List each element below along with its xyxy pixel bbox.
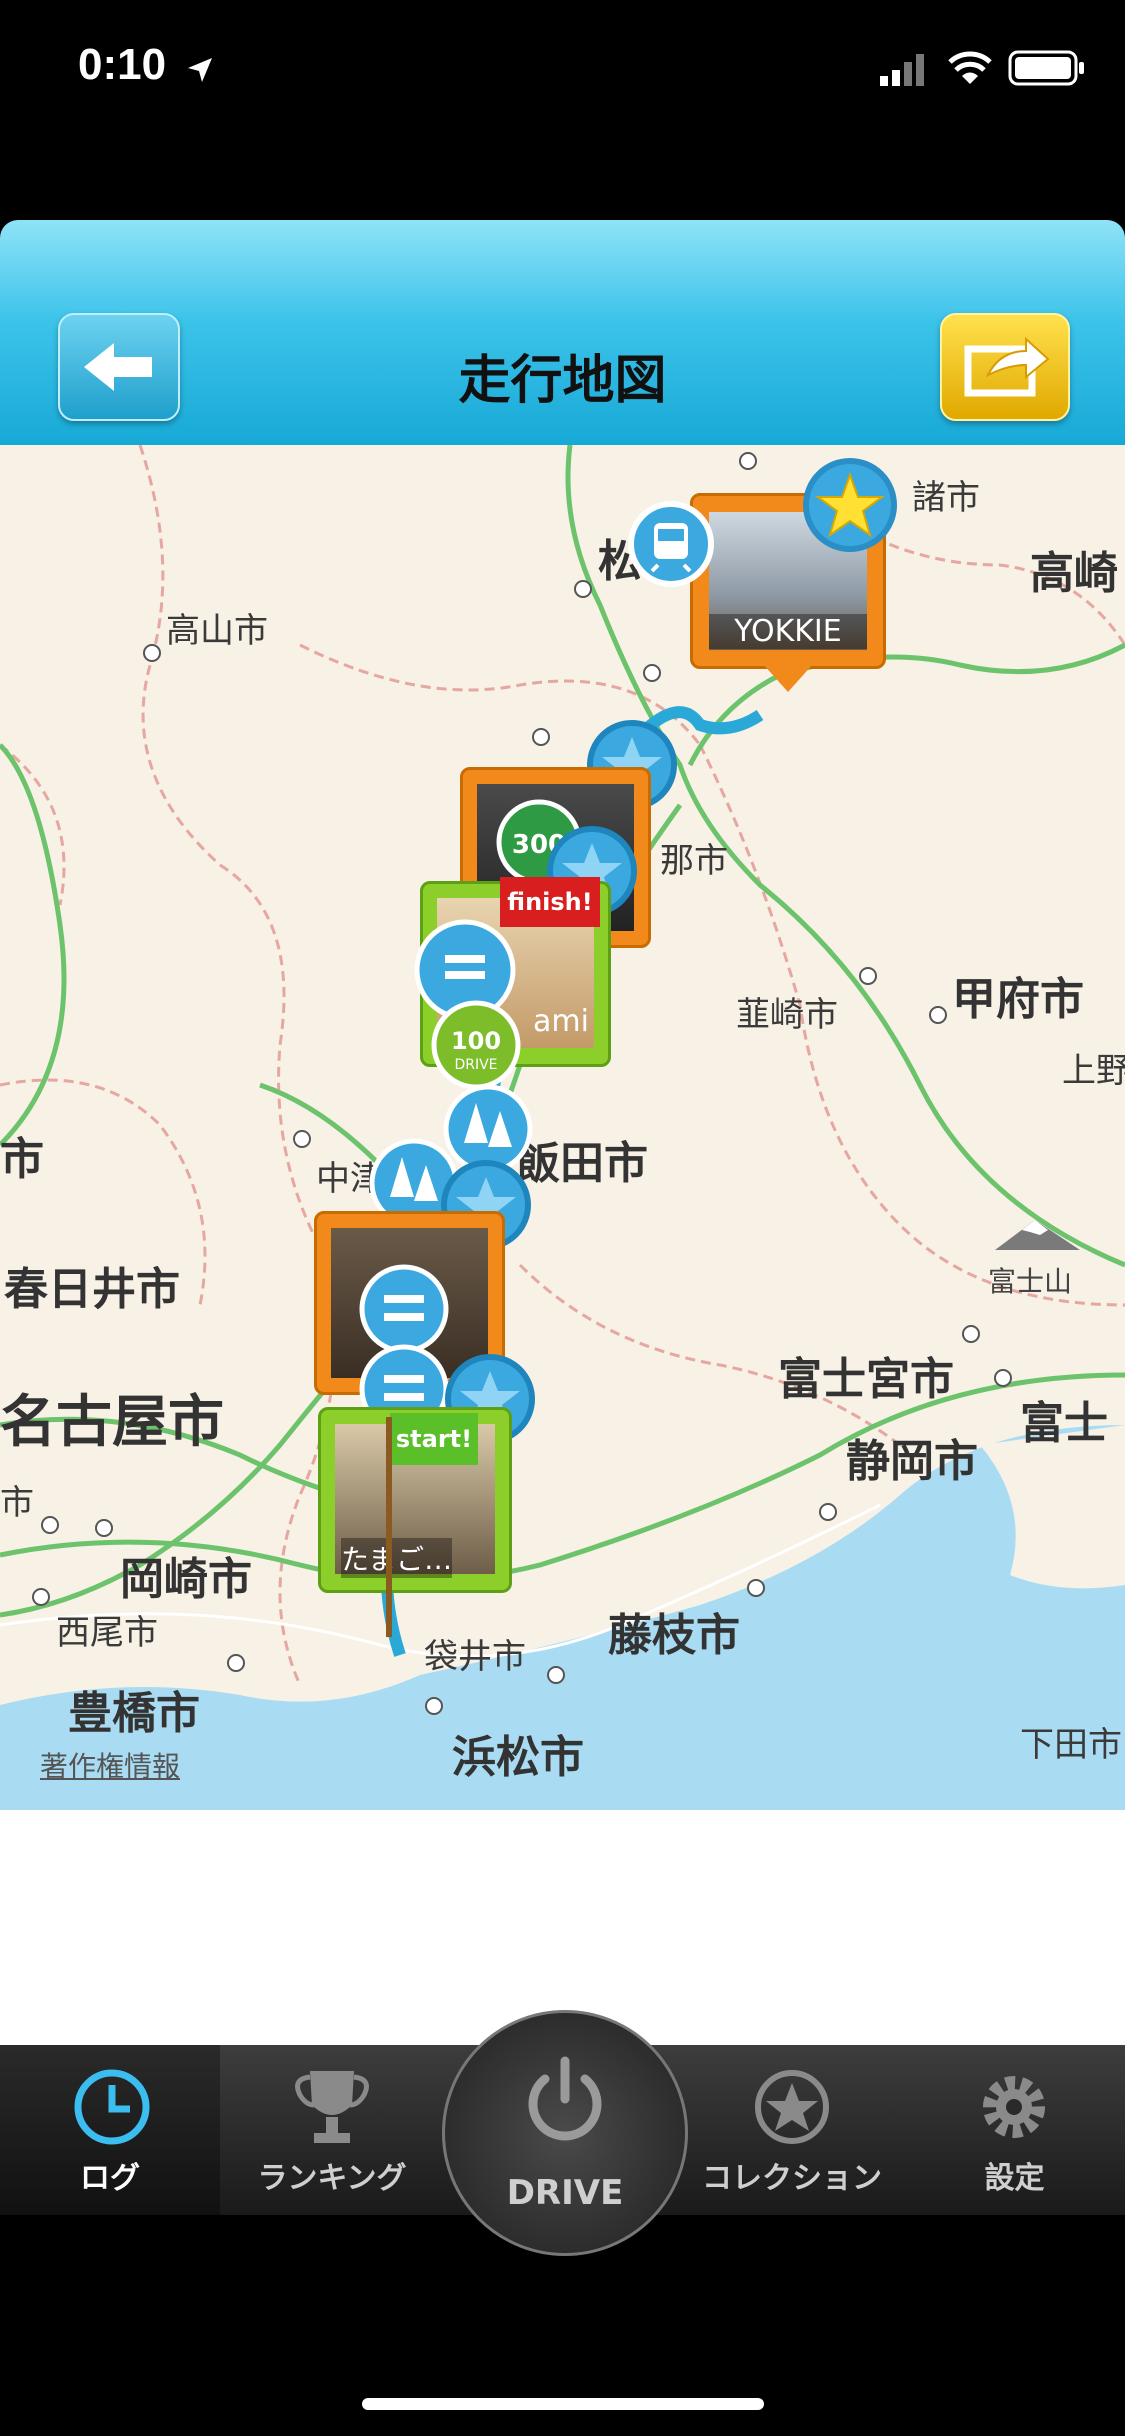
place-label: 富士山 (988, 1265, 1073, 1298)
signal-icon (880, 54, 924, 86)
tab-label: ランキング (257, 2161, 407, 2196)
distance-badge-100km[interactable]: 100 DRIVE (428, 997, 524, 1093)
train-marker-icon[interactable] (626, 499, 716, 589)
gear-icon (983, 2076, 1045, 2138)
status-bar: 0:10 (0, 0, 1125, 140)
place-label: 西尾市 (56, 1613, 158, 1653)
tab-label: DRIVE (506, 2173, 624, 2213)
place-label: 富士宮市 (778, 1354, 954, 1405)
drive-button[interactable]: DRIVE (442, 2010, 688, 2256)
place-label: 下田市 (1020, 1725, 1122, 1765)
pin-label: ami (533, 1004, 589, 1039)
tab-log[interactable]: ログ (0, 2045, 220, 2215)
battery-icon (1008, 50, 1084, 86)
place-label: 浜松市 (452, 1732, 584, 1783)
trophy-icon (295, 2071, 369, 2143)
copyright-link[interactable]: 著作権情報 (40, 1745, 180, 1785)
pin-label: YOKKIE (709, 614, 867, 649)
start-flag[interactable]: start! (390, 1413, 478, 1465)
svg-text:DRIVE: DRIVE (454, 1057, 497, 1073)
place-label: 市 (0, 1134, 44, 1185)
clock-icon (74, 2069, 150, 2145)
place-label: 岡崎市 (120, 1554, 252, 1605)
place-label: 韮崎市 (736, 995, 838, 1035)
place-label: 静岡市 (846, 1436, 978, 1487)
flag-pole (386, 1417, 392, 1637)
place-label: 那市 (660, 841, 728, 881)
tab-label: ログ (80, 2161, 140, 2196)
place-label: 豊橋市 (68, 1688, 200, 1739)
svg-text:100: 100 (451, 1027, 501, 1055)
tab-settings[interactable]: 設定 (904, 2045, 1125, 2215)
place-label: 市 (0, 1483, 34, 1523)
tab-collection[interactable]: コレクション (682, 2045, 902, 2215)
pin-pointer (763, 664, 813, 692)
navigation-header: 走行地図 (0, 220, 1125, 445)
home-indicator[interactable] (362, 2398, 764, 2410)
star-marker-icon[interactable] (800, 455, 900, 555)
share-icon (964, 336, 1050, 397)
location-arrow-icon (188, 58, 212, 82)
tab-ranking[interactable]: ランキング (222, 2045, 442, 2215)
drive-route-map[interactable]: 高山市 松 諸市 高崎 那市 韮崎市 甲府市 上野 市 飯田市 中津 春日井市 … (0, 445, 1125, 1810)
status-time: 0:10 (78, 40, 167, 89)
place-label: 甲府市 (952, 974, 1084, 1025)
place-label: 富士 (1020, 1398, 1108, 1449)
place-label: 高崎 (1030, 548, 1118, 599)
power-icon (528, 2056, 602, 2141)
star-icon (755, 2070, 829, 2144)
wifi-icon (948, 51, 992, 84)
tab-label: コレクション (702, 2161, 882, 2196)
place-label: 諸市 (912, 478, 980, 518)
pin-label: たまご… (341, 1538, 453, 1578)
place-label: 上野 (1062, 1051, 1125, 1091)
place-label: 高山市 (166, 611, 268, 651)
place-label: 藤枝市 (608, 1610, 740, 1661)
place-label: 袋井市 (424, 1637, 526, 1677)
place-label: 名古屋市 (0, 1390, 224, 1455)
place-label: 春日井市 (4, 1264, 180, 1315)
share-button[interactable] (940, 313, 1070, 421)
tab-label: 設定 (984, 2161, 1045, 2196)
